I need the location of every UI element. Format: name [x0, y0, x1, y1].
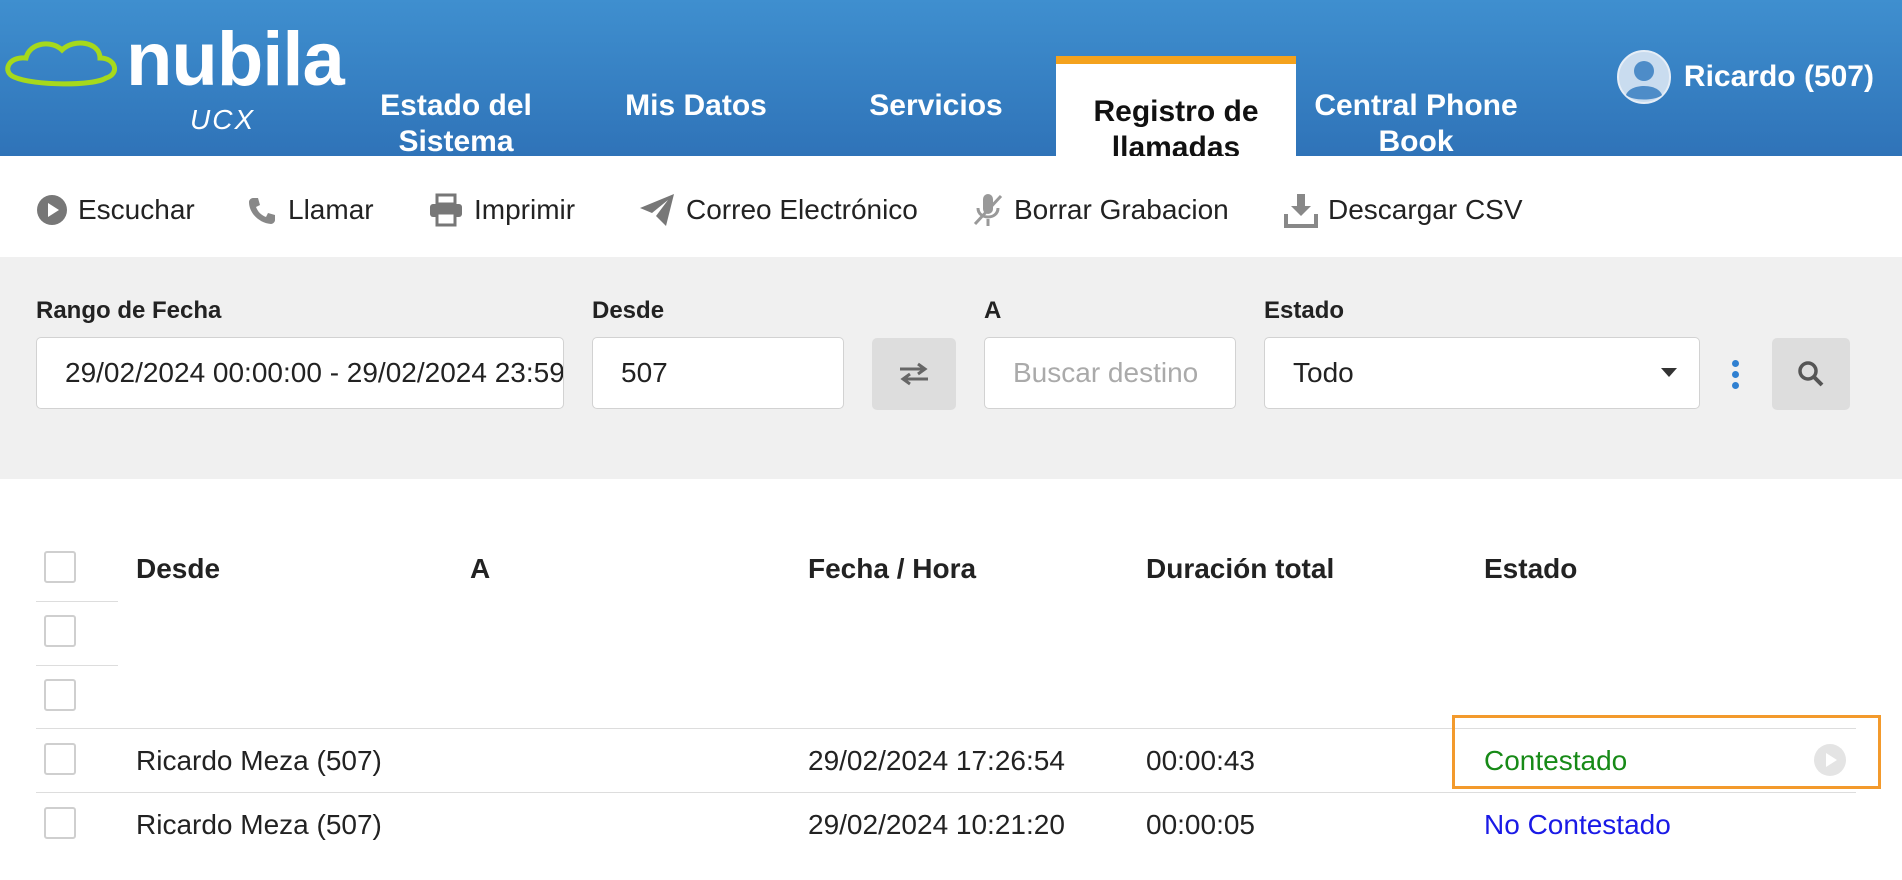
header-datetime[interactable]: Fecha / Hora — [808, 537, 976, 601]
status-select-value: Todo — [1293, 357, 1354, 388]
swap-arrows-icon — [900, 362, 928, 386]
date-range-input[interactable]: 29/02/2024 00:00:00 - 29/02/2024 23:59:5… — [36, 337, 564, 409]
table-header-row: Desde A Fecha / Hora Duración total Esta… — [36, 537, 1856, 601]
delete-recording-button[interactable]: Borrar Grabacion — [972, 190, 1229, 230]
from-input[interactable]: 507 — [592, 337, 844, 409]
chevron-down-icon — [1661, 368, 1677, 377]
action-toolbar: Escuchar Llamar Imprimir Correo Electrón… — [0, 156, 1902, 257]
logo-wordmark: nubila — [126, 17, 345, 102]
header-from[interactable]: Desde — [136, 537, 220, 601]
status-select[interactable]: Todo — [1264, 337, 1700, 409]
cell-from: Ricardo Meza (507) — [136, 809, 382, 840]
to-search-input[interactable]: Buscar destino — [984, 337, 1236, 409]
more-options-icon[interactable] — [1732, 360, 1740, 393]
date-range-label: Rango de Fecha — [36, 297, 222, 324]
cell-datetime: 29/02/2024 10:21:20 — [808, 809, 1065, 840]
search-button[interactable] — [1772, 338, 1850, 410]
download-csv-button[interactable]: Descargar CSV — [1284, 190, 1523, 230]
listen-button[interactable]: Escuchar — [36, 190, 195, 230]
tab-central-phone-book[interactable]: Central Phone Book — [1296, 70, 1536, 158]
tab-registro-de-llamadas[interactable]: Registro de llamadas — [1056, 56, 1296, 164]
printer-icon — [430, 193, 462, 227]
cell-duration: 00:00:05 — [1146, 809, 1255, 840]
row-checkbox[interactable] — [44, 807, 76, 839]
cell-from: Ricardo Meza (507) — [136, 745, 382, 776]
cloud-icon — [5, 40, 117, 87]
user-menu[interactable]: Ricardo (507) — [1616, 48, 1874, 106]
send-icon — [640, 194, 674, 226]
email-button[interactable]: Correo Electrónico — [638, 190, 918, 230]
select-all-checkbox[interactable] — [44, 551, 76, 583]
logo-subtitle: UCX — [190, 104, 256, 135]
top-header: nubila UCX Estado del Sistema Mis Datos … — [0, 0, 1902, 164]
to-label: A — [984, 297, 1002, 324]
status-label: Estado — [1264, 297, 1345, 324]
header-duration[interactable]: Duración total — [1146, 537, 1334, 601]
nubila-logo[interactable]: nubila UCX — [4, 14, 345, 134]
cell-duration: 00:00:43 — [1146, 745, 1255, 776]
play-recording-icon[interactable] — [1813, 743, 1847, 777]
user-name: Ricardo (507) — [1683, 60, 1874, 93]
header-status[interactable]: Estado — [1484, 537, 1577, 601]
call-button[interactable]: Llamar — [246, 190, 374, 230]
row-checkbox[interactable] — [44, 679, 76, 711]
row-checkbox[interactable] — [44, 743, 76, 775]
row-checkbox[interactable] — [44, 615, 76, 647]
filter-panel: Rango de Fecha 29/02/2024 00:00:00 - 29/… — [0, 257, 1902, 479]
search-icon — [1798, 361, 1824, 387]
download-icon — [1284, 194, 1318, 228]
table-row[interactable]: Ricardo Meza (507) 29/02/2024 10:21:20 0… — [36, 793, 1856, 857]
cell-status-not-answered: No Contestado — [1484, 809, 1671, 840]
cell-datetime: 29/02/2024 17:26:54 — [808, 745, 1065, 776]
table-row[interactable] — [36, 601, 1856, 665]
play-circle-icon — [37, 195, 67, 225]
swap-button[interactable] — [872, 338, 956, 410]
tab-mis-datos[interactable]: Mis Datos — [576, 70, 816, 156]
tab-servicios[interactable]: Servicios — [816, 70, 1056, 156]
mic-off-icon — [973, 194, 1003, 226]
user-avatar-icon — [1616, 50, 1671, 104]
from-label: Desde — [592, 297, 665, 324]
print-button[interactable]: Imprimir — [428, 190, 575, 230]
tab-estado-del-sistema[interactable]: Estado del Sistema — [336, 70, 576, 158]
header-to[interactable]: A — [470, 537, 490, 601]
phone-icon — [249, 198, 275, 224]
